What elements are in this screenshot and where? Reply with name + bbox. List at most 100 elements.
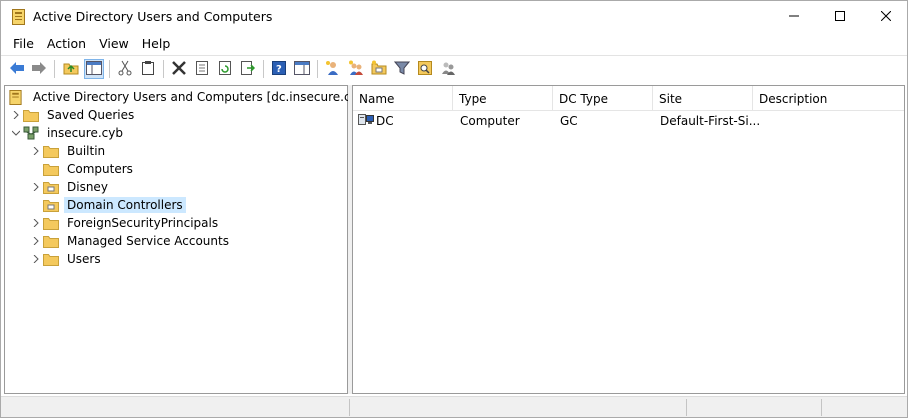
tree-item-saved-queries[interactable]: Saved Queries [9, 106, 137, 124]
tree-root-label: Active Directory Users and Computers [dc… [33, 90, 370, 104]
folder-icon [43, 162, 59, 176]
toolbar-separator [263, 60, 264, 78]
copy-icon [140, 60, 156, 79]
column-header-name[interactable]: Name [353, 86, 453, 111]
new-user-button[interactable] [323, 59, 343, 79]
list-cell-dc-type: GC [560, 114, 578, 128]
aduc-console-icon [9, 89, 25, 105]
properties-icon [194, 60, 210, 79]
svg-text:?: ? [276, 64, 282, 75]
export-list-icon [240, 60, 256, 79]
tree-item-managed-service-accounts[interactable]: Managed Service Accounts [29, 232, 232, 250]
folder-icon [43, 234, 59, 248]
column-header-type[interactable]: Type [453, 86, 553, 111]
chevron-right-icon[interactable] [9, 108, 23, 122]
chevron-right-icon[interactable] [29, 252, 43, 266]
chevron-right-icon[interactable] [29, 216, 43, 230]
list-cell-site: Default-First-Si... [660, 114, 761, 128]
tree-item-label: Saved Queries [47, 108, 135, 122]
forward-icon [31, 61, 47, 78]
new-group-button[interactable] [346, 59, 366, 79]
new-group-icon [348, 60, 364, 79]
show-tree-icon [86, 60, 102, 78]
list-cell-type: Computer [460, 114, 520, 128]
column-header-site[interactable]: Site [653, 86, 753, 111]
delete-button[interactable] [169, 59, 189, 79]
tree-item-label: Users [67, 252, 101, 266]
add-to-group-button[interactable] [438, 59, 458, 79]
new-user-icon [325, 60, 341, 79]
computer-icon [358, 113, 374, 130]
toolbar-separator [317, 60, 318, 78]
refresh-button[interactable] [215, 59, 235, 79]
find-icon [417, 60, 433, 79]
tree-item-label: Domain Controllers [64, 197, 186, 213]
toolbar-separator [54, 60, 55, 78]
toolbar: ? [1, 57, 907, 83]
column-header-dc-type[interactable]: DC Type [553, 86, 653, 111]
close-button[interactable] [863, 1, 908, 32]
status-divider [349, 399, 350, 416]
tree-item-label: Computers [67, 162, 133, 176]
status-bar [1, 396, 907, 417]
toolbar-separator [163, 60, 164, 78]
cut-button[interactable] [115, 59, 135, 79]
filter-button[interactable] [392, 59, 412, 79]
menu-file[interactable]: File [1, 33, 41, 55]
find-button[interactable] [415, 59, 435, 79]
minimize-button[interactable] [771, 1, 817, 32]
maximize-icon [835, 10, 845, 24]
up-folder-icon [63, 61, 79, 78]
folder-icon [43, 252, 59, 266]
copy-button[interactable] [138, 59, 158, 79]
chevron-right-icon[interactable] [29, 234, 43, 248]
tree-item-users[interactable]: Users [29, 250, 104, 268]
tree-item-domain-controllers[interactable]: Domain Controllers [29, 196, 186, 214]
tree-item-label: ForeignSecurityPrincipals [67, 216, 219, 230]
close-icon [880, 10, 892, 24]
ou-folder-icon [43, 180, 59, 194]
up-one-level-button[interactable] [61, 59, 81, 79]
aduc-app-icon [12, 9, 25, 25]
export-list-button[interactable] [238, 59, 258, 79]
chevron-down-icon[interactable] [9, 126, 23, 140]
tree-item-label: insecure.cyb [47, 126, 123, 140]
new-ou-button[interactable] [369, 59, 389, 79]
delete-icon [171, 60, 187, 79]
help-button[interactable]: ? [269, 59, 289, 79]
folder-icon [43, 144, 59, 158]
forward-button[interactable] [29, 59, 49, 79]
tree-item-disney[interactable]: Disney [29, 178, 111, 196]
tree-item-label: Disney [67, 180, 108, 194]
window-title: Active Directory Users and Computers [33, 9, 273, 24]
chevron-right-icon[interactable] [29, 144, 43, 158]
menu-help[interactable]: Help [136, 33, 178, 55]
properties-button[interactable] [192, 59, 212, 79]
status-divider [686, 399, 687, 416]
help-icon: ? [271, 60, 287, 79]
show-hide-action-pane-button[interactable] [292, 59, 312, 79]
tree-item-domain[interactable]: insecure.cyb [9, 124, 126, 142]
maximize-button[interactable] [817, 1, 863, 32]
column-header-description[interactable]: Description [753, 86, 904, 111]
folder-icon [23, 108, 39, 122]
toolbar-separator [109, 60, 110, 78]
tree-item-label: Builtin [67, 144, 106, 158]
tree-item-builtin[interactable]: Builtin [29, 142, 108, 160]
tree-item-foreign-security-principals[interactable]: ForeignSecurityPrincipals [29, 214, 221, 232]
domain-icon [23, 126, 39, 140]
menu-action[interactable]: Action [41, 33, 93, 55]
menu-view[interactable]: View [93, 33, 136, 55]
back-button[interactable] [7, 59, 27, 79]
status-divider [821, 399, 822, 416]
tree-item-computers[interactable]: Computers [29, 160, 136, 178]
tree-root[interactable]: Active Directory Users and Computers [dc… [9, 88, 373, 106]
list-header: Name Type DC Type Site Description [353, 86, 904, 111]
new-ou-icon [371, 60, 387, 79]
show-console-tree-button[interactable] [84, 59, 104, 79]
chevron-right-icon[interactable] [29, 180, 43, 194]
list-item[interactable]: DC Computer GC Default-First-Si... [353, 111, 904, 131]
refresh-icon [217, 60, 233, 79]
back-icon [9, 61, 25, 78]
menu-bar: File Action View Help [1, 33, 177, 55]
